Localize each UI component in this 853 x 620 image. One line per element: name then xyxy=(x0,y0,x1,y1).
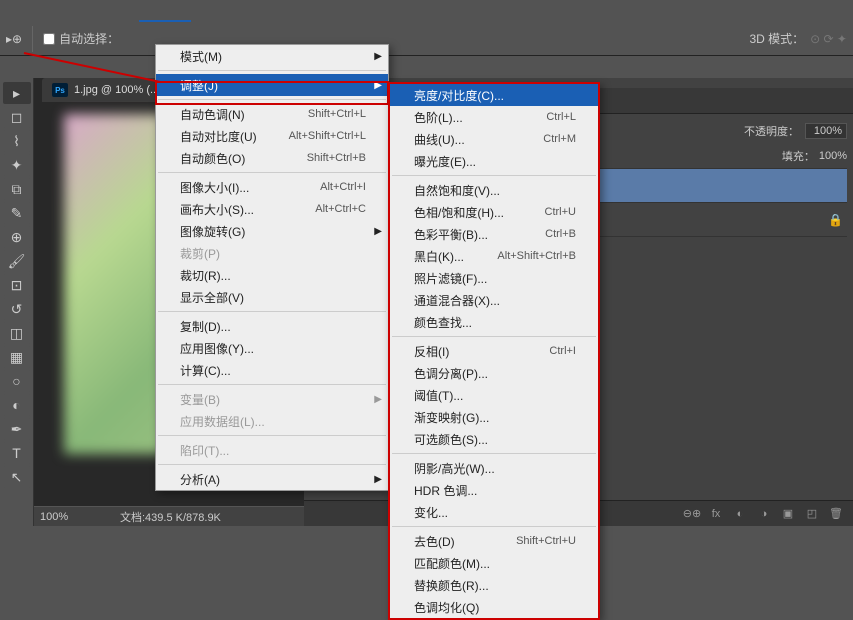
submenu-item[interactable]: 可选颜色(S)... xyxy=(390,428,598,450)
autoselect-checkbox[interactable] xyxy=(43,33,55,45)
lock-icon: 🔒 xyxy=(828,213,843,227)
menu-item: 裁剪(P) xyxy=(156,242,388,264)
heal-tool[interactable]: ⊕ xyxy=(3,226,31,248)
menu-item[interactable]: 复制(D)... xyxy=(156,315,388,337)
stamp-tool[interactable]: ⊡ xyxy=(3,274,31,296)
menu-item: 陷印(T)... xyxy=(156,439,388,461)
delete-layer-icon[interactable]: 🗑 xyxy=(827,505,845,523)
wand-tool[interactable]: ✦ xyxy=(3,154,31,176)
path-tool[interactable]: ↖ xyxy=(3,466,31,488)
pen-tool[interactable]: ✒ xyxy=(3,418,31,440)
menu-item[interactable]: 显示全部(V) xyxy=(156,286,388,308)
submenu-item[interactable]: 色彩平衡(B)...Ctrl+B xyxy=(390,223,598,245)
submenu-item[interactable]: 照片滤镜(F)... xyxy=(390,267,598,289)
3d-mode-icons[interactable]: ⊙ ⟳ ✦ xyxy=(810,32,847,46)
submenu-item[interactable]: 色调均化(Q) xyxy=(390,596,598,618)
group-icon[interactable]: ▣ xyxy=(779,505,797,523)
submenu-item[interactable]: 通道混合器(X)... xyxy=(390,289,598,311)
submenu-item[interactable]: 曲线(U)...Ctrl+M xyxy=(390,128,598,150)
lasso-tool[interactable]: ⌇ xyxy=(3,130,31,152)
dodge-tool[interactable]: ◐ xyxy=(3,394,31,416)
menu-item[interactable]: 自动对比度(U)Alt+Shift+Ctrl+L xyxy=(156,125,388,147)
submenu-item[interactable]: 自然饱和度(V)... xyxy=(390,179,598,201)
menu-item[interactable]: 自动颜色(O)Shift+Ctrl+B xyxy=(156,147,388,169)
submenu-item[interactable]: 变化... xyxy=(390,501,598,523)
document-tab[interactable]: Ps 1.jpg @ 100% (... xyxy=(42,78,169,102)
menu-item[interactable]: 模式(M)▶ xyxy=(156,45,388,67)
menu-item[interactable]: 自动色调(N)Shift+Ctrl+L xyxy=(156,103,388,125)
ps-icon: Ps xyxy=(52,83,68,97)
blur-tool[interactable]: ○ xyxy=(3,370,31,392)
fill-label: 填充： xyxy=(782,148,815,164)
type-tool[interactable]: T xyxy=(3,442,31,464)
gradient-tool[interactable]: ▦ xyxy=(3,346,31,368)
submenu-item[interactable]: 色阶(L)...Ctrl+L xyxy=(390,106,598,128)
submenu-item[interactable]: 去色(D)Shift+Ctrl+U xyxy=(390,530,598,552)
marquee-tool[interactable]: ◻ xyxy=(3,106,31,128)
submenu-item[interactable]: 匹配颜色(M)... xyxy=(390,552,598,574)
brush-tool[interactable]: 🖌 xyxy=(3,250,31,272)
eraser-tool[interactable]: ◫ xyxy=(3,322,31,344)
menu-item[interactable]: 裁切(R)... xyxy=(156,264,388,286)
submenu-item[interactable]: 反相(I)Ctrl+I xyxy=(390,340,598,362)
move-tool-icon[interactable]: ▸⊕ xyxy=(6,32,22,46)
menu-item[interactable]: 图像旋转(G)▶ xyxy=(156,220,388,242)
adjustment-layer-icon[interactable]: ◑ xyxy=(755,505,773,523)
doc-info: 文档:439.5 K/878.9K xyxy=(120,509,221,525)
submenu-item[interactable]: 曝光度(E)... xyxy=(390,150,598,172)
menu-item: 变量(B)▶ xyxy=(156,388,388,410)
opacity-value[interactable]: 100% xyxy=(805,123,847,139)
move-tool[interactable]: ▸ xyxy=(3,82,31,104)
eyedropper-tool[interactable]: ✎ xyxy=(3,202,31,224)
toolbox: ▸ ◻ ⌇ ✦ ⧉ ✎ ⊕ 🖌 ⊡ ↺ ◫ ▦ ○ ◐ ✒ T ↖ xyxy=(0,78,34,526)
adjustments-submenu: 亮度/对比度(C)...色阶(L)...Ctrl+L曲线(U)...Ctrl+M… xyxy=(388,82,600,620)
opacity-label: 不透明度： xyxy=(744,123,799,139)
fill-value[interactable]: 100% xyxy=(819,150,847,162)
menu-item[interactable]: 应用图像(Y)... xyxy=(156,337,388,359)
menu-item: 应用数据组(L)... xyxy=(156,410,388,432)
submenu-item[interactable]: 阈值(T)... xyxy=(390,384,598,406)
submenu-item[interactable]: 渐变映射(G)... xyxy=(390,406,598,428)
submenu-item[interactable]: 颜色查找... xyxy=(390,311,598,333)
mask-icon[interactable]: ◐ xyxy=(731,505,749,523)
new-layer-icon[interactable]: ◰ xyxy=(803,505,821,523)
fx-icon[interactable]: fx xyxy=(707,505,725,523)
menu-item[interactable]: 画布大小(S)...Alt+Ctrl+C xyxy=(156,198,388,220)
submenu-item[interactable]: 阴影/高光(W)... xyxy=(390,457,598,479)
menu-item[interactable]: 调整(J)▶ xyxy=(156,74,388,96)
tab-label: 1.jpg @ 100% (... xyxy=(74,84,159,96)
submenu-item[interactable]: HDR 色调... xyxy=(390,479,598,501)
submenu-item[interactable]: 替换颜色(R)... xyxy=(390,574,598,596)
submenu-item[interactable]: 亮度/对比度(C)... xyxy=(390,84,598,106)
menu-item[interactable]: 分析(A)▶ xyxy=(156,468,388,490)
crop-tool[interactable]: ⧉ xyxy=(3,178,31,200)
link-layers-icon[interactable]: ⊖⊕ xyxy=(683,505,701,523)
submenu-item[interactable]: 色调分离(P)... xyxy=(390,362,598,384)
image-menu-dropdown: 模式(M)▶ 调整(J)▶ 自动色调(N)Shift+Ctrl+L自动对比度(U)A… xyxy=(155,44,389,491)
submenu-item[interactable]: 色相/饱和度(H)...Ctrl+U xyxy=(390,201,598,223)
menu-item[interactable]: 图像大小(I)...Alt+Ctrl+I xyxy=(156,176,388,198)
zoom-level[interactable]: 100% xyxy=(40,511,90,523)
autoselect-label: 自动选择： xyxy=(59,30,119,47)
submenu-item[interactable]: 黑白(K)...Alt+Shift+Ctrl+B xyxy=(390,245,598,267)
menu-item[interactable]: 计算(C)... xyxy=(156,359,388,381)
3d-mode-label: 3D 模式： xyxy=(749,30,804,47)
history-brush-tool[interactable]: ↺ xyxy=(3,298,31,320)
